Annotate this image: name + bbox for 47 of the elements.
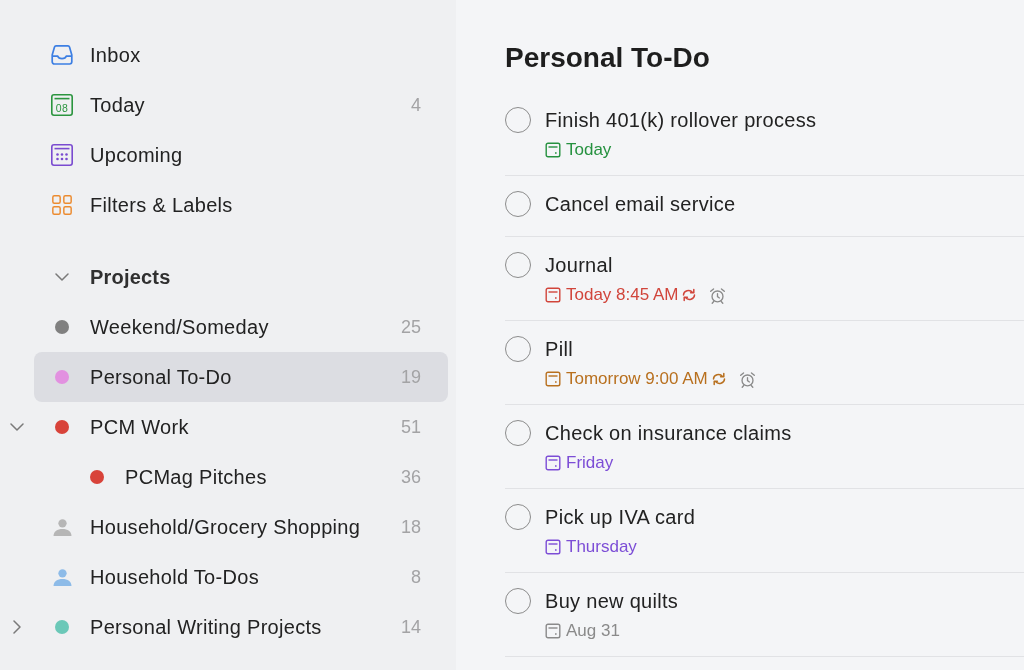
page-title: Personal To-Do <box>505 42 711 74</box>
project-item[interactable]: PCMag Pitches 36 <box>34 452 448 502</box>
due-date: Aug 31 <box>566 621 620 641</box>
task-title: Pick up IVA card <box>545 505 696 529</box>
task-title: Journal <box>545 253 614 277</box>
chevron-down-icon[interactable] <box>10 423 24 431</box>
calendar-icon <box>545 539 561 555</box>
inbox-tray-icon <box>50 43 74 67</box>
project-item[interactable]: Household To-Dos 8 <box>34 552 448 602</box>
task-title: Finish 401(k) rollover process <box>545 108 817 132</box>
chevron-down-icon[interactable] <box>55 273 69 281</box>
due-date: Tomorrow 9:00 AM <box>566 369 708 389</box>
project-item[interactable]: Personal Writing Projects 14 <box>34 602 448 652</box>
calendar-icon <box>545 623 561 639</box>
nav-item[interactable]: 08 Today 4 <box>34 80 448 130</box>
calendar-icon <box>545 455 561 471</box>
due-date: Friday <box>566 453 614 473</box>
task-title: Cancel email service <box>545 192 736 216</box>
due-date: Today <box>566 140 612 160</box>
item-count: 18 <box>400 516 421 538</box>
item-count: 4 <box>411 94 421 116</box>
chevron-right-icon[interactable] <box>13 620 21 634</box>
calendar-icon: 08 <box>50 93 74 117</box>
calendar-icon <box>545 287 561 303</box>
nav-item[interactable]: Inbox <box>34 30 448 80</box>
nav-item[interactable]: Filters & Labels <box>34 180 448 230</box>
project-item[interactable]: PCM Work 51 <box>34 402 448 452</box>
item-count: 8 <box>411 566 421 588</box>
item-count: 36 <box>400 466 421 488</box>
item-count: 14 <box>400 616 421 638</box>
task-title: Pill <box>545 337 574 361</box>
nav-item[interactable]: Upcoming <box>34 130 448 180</box>
task-title: Check on insurance claims <box>545 421 792 445</box>
four-squares-icon <box>51 194 73 216</box>
item-count: 51 <box>400 416 421 438</box>
task-title: Buy new quilts <box>545 589 679 613</box>
due-date: Today 8:45 AM <box>566 285 679 305</box>
due-date: Thursday <box>566 537 637 557</box>
project-item[interactable]: Household/Grocery Shopping 18 <box>34 502 448 552</box>
item-count: 25 <box>400 316 421 338</box>
project-item[interactable]: Personal To-Do 19 <box>34 352 448 402</box>
section-heading: Projects <box>90 265 171 289</box>
calendar-icon <box>545 142 561 158</box>
item-count: 19 <box>400 366 421 388</box>
calendar-icon <box>545 371 561 387</box>
calendar-grid-icon <box>50 143 74 167</box>
project-item[interactable]: Weekend/Someday 25 <box>34 302 448 352</box>
